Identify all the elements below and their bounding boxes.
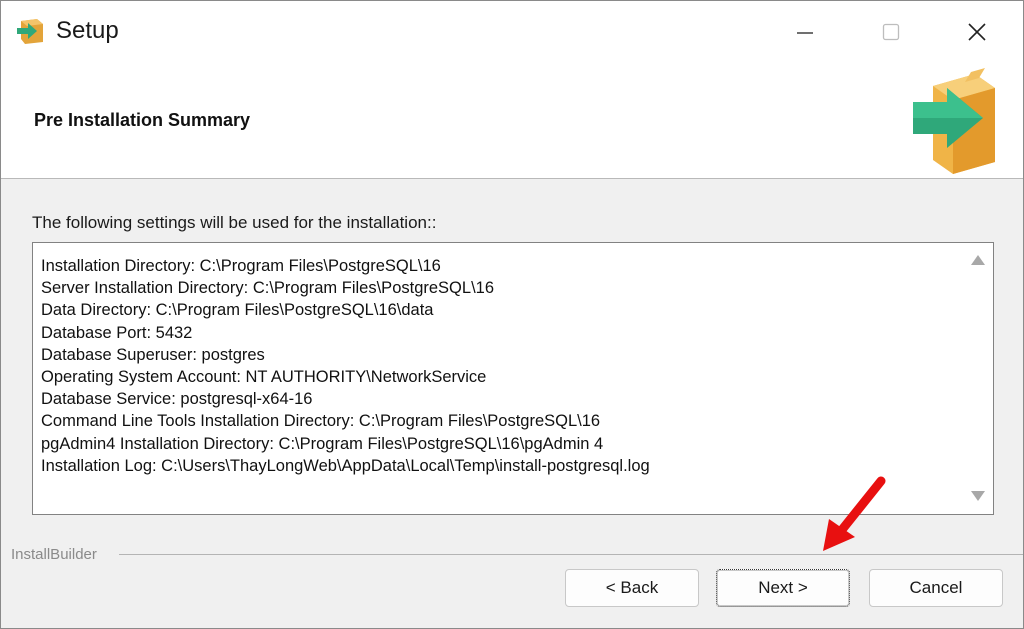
maximize-icon (882, 23, 900, 41)
minimize-button[interactable] (761, 1, 849, 63)
next-button[interactable]: Next > (716, 569, 850, 607)
summary-line-superuser: Database Superuser: postgres (41, 345, 265, 364)
setup-window: Setup Pre Installation Summary The follo… (0, 0, 1024, 629)
title-bar[interactable]: Setup (1, 1, 1023, 63)
summary-line-install-dir: Installation Directory: C:\Program Files… (41, 257, 441, 275)
intro-text: The following settings will be used for … (32, 213, 437, 232)
maximize-button[interactable] (847, 1, 935, 63)
vertical-scrollbar[interactable] (963, 243, 993, 514)
footer-divider (119, 554, 1023, 555)
page-title: Pre Installation Summary (34, 110, 251, 130)
close-button[interactable] (933, 1, 1021, 63)
page-header: Pre Installation Summary (1, 63, 1023, 179)
summary-lines: Installation Directory: C:\Program Files… (41, 255, 961, 477)
scroll-up-icon[interactable] (970, 252, 986, 268)
app-icon (15, 15, 47, 47)
scroll-down-icon[interactable] (970, 488, 986, 504)
window-title: Setup (56, 17, 119, 44)
package-arrow-icon (909, 68, 1001, 176)
close-icon (968, 23, 986, 41)
minimize-icon (797, 32, 813, 34)
summary-line-port: Database Port: 5432 (41, 323, 193, 342)
summary-line-server-dir: Server Installation Directory: C:\Progra… (41, 279, 495, 298)
summary-line-service: Database Service: postgresql-x64-16 (41, 390, 313, 409)
summary-line-os-account: Operating System Account: NT AUTHORITY\N… (41, 368, 487, 387)
summary-line-cli-dir: Command Line Tools Installation Director… (41, 412, 601, 431)
cancel-button[interactable]: Cancel (869, 569, 1003, 607)
summary-textbox[interactable]: Installation Directory: C:\Program Files… (32, 242, 994, 515)
back-button[interactable]: < Back (565, 569, 699, 607)
summary-line-install-log: Installation Log: C:\Users\ThayLongWeb\A… (41, 456, 650, 475)
installbuilder-label: InstallBuilder (11, 546, 103, 563)
summary-line-pgadmin-dir: pgAdmin4 Installation Directory: C:\Prog… (41, 434, 604, 453)
summary-line-data-dir: Data Directory: C:\Program Files\Postgre… (41, 301, 434, 320)
